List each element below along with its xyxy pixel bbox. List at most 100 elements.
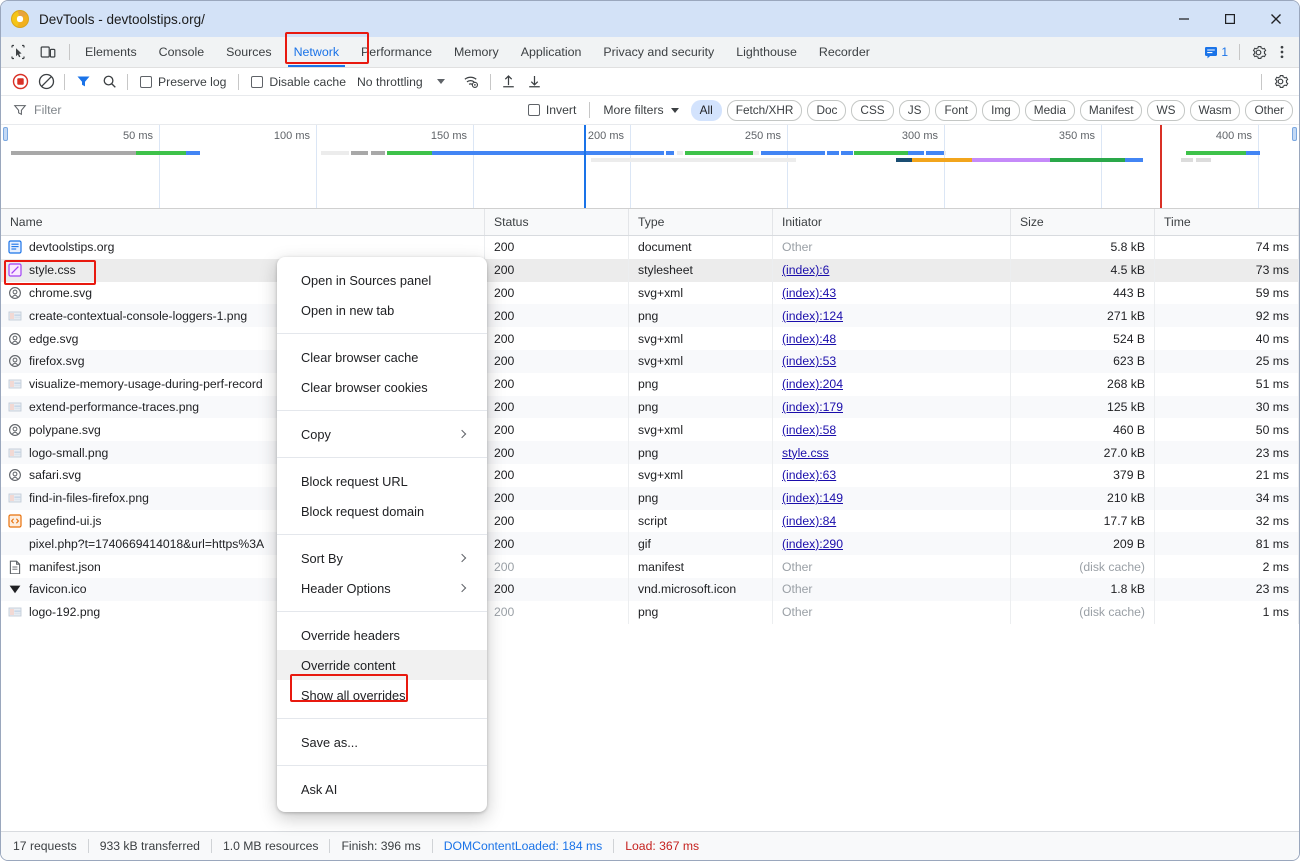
resource-type: manifest: [638, 559, 685, 574]
context-menu-item-copy[interactable]: Copy: [277, 419, 487, 449]
issues-counter[interactable]: 1: [1200, 45, 1232, 59]
type-filter-img[interactable]: Img: [982, 99, 1020, 121]
context-menu-item-clear-browser-cache[interactable]: Clear browser cache: [277, 342, 487, 372]
table-row[interactable]: pagefind-ui.js 200 script (index):84 17.7 kB…: [1, 509, 1299, 533]
tab-network[interactable]: Network: [283, 37, 350, 67]
device-toolbar-icon[interactable]: [37, 41, 59, 63]
context-menu-item-show-all-overrides[interactable]: Show all overrides: [277, 680, 487, 710]
context-menu-item-save-as[interactable]: Save as...: [277, 727, 487, 757]
type-filter-ws[interactable]: WS: [1147, 99, 1185, 121]
import-har-icon[interactable]: [496, 70, 522, 94]
initiator-link[interactable]: (index):124: [782, 309, 843, 323]
context-menu-item-clear-browser-cookies[interactable]: Clear browser cookies: [277, 372, 487, 402]
network-overview-timeline[interactable]: 50 ms 100 ms 150 ms 200 ms 250 ms 300 ms 350 m…: [1, 125, 1299, 209]
column-header-initiator[interactable]: Initiator: [773, 209, 1011, 235]
column-header-time[interactable]: Time: [1155, 209, 1299, 235]
table-row[interactable]: safari.svg 200 svg+xml (index):63 379 B 21 ms: [1, 463, 1299, 487]
initiator-link[interactable]: (index):58: [782, 423, 836, 437]
tab-privacy-and-security[interactable]: Privacy and security: [592, 37, 725, 67]
type-filter-other[interactable]: Other: [1245, 99, 1293, 121]
initiator-link[interactable]: style.css: [782, 446, 829, 460]
context-menu-item-block-request-url[interactable]: Block request URL: [277, 466, 487, 496]
type-filter-js[interactable]: JS: [898, 99, 931, 121]
type-filter-css[interactable]: CSS: [851, 99, 894, 121]
column-header-status[interactable]: Status: [485, 209, 629, 235]
context-menu-item-open-in-new-tab[interactable]: Open in new tab: [277, 295, 487, 325]
table-row[interactable]: find-in-files-firefox.png 200 png (index):1…: [1, 486, 1299, 510]
table-row[interactable]: create-contextual-console-loggers-1.png 2…: [1, 304, 1299, 328]
kebab-menu-icon[interactable]: [1271, 41, 1293, 63]
table-row[interactable]: extend-performance-traces.png 200 png (inde…: [1, 395, 1299, 419]
tab-elements[interactable]: Elements: [74, 37, 148, 67]
overview-window-handle-left[interactable]: [3, 127, 8, 141]
table-row[interactable]: logo-small.png 200 png style.css 27.0 kB 23 m…: [1, 441, 1299, 464]
initiator-link[interactable]: (index):63: [782, 468, 836, 482]
context-menu-item-header-options[interactable]: Header Options: [277, 573, 487, 603]
table-row[interactable]: devtoolstips.org 200 document Other 5.8 kB 74…: [1, 236, 1299, 259]
context-menu-item-override-content[interactable]: Override content: [277, 650, 487, 680]
column-header-size[interactable]: Size: [1011, 209, 1155, 235]
column-header-type[interactable]: Type: [629, 209, 773, 235]
table-row[interactable]: chrome.svg 200 svg+xml (index):43 443 B 59 ms: [1, 281, 1299, 305]
initiator-link[interactable]: (index):43: [782, 286, 836, 300]
record-stop-icon[interactable]: [7, 70, 33, 94]
column-header-name[interactable]: Name: [1, 209, 485, 235]
table-row[interactable]: manifest.json 200 manifest Other (disk cache…: [1, 555, 1299, 578]
initiator-link[interactable]: (index):53: [782, 354, 836, 368]
table-row[interactable]: polypane.svg 200 svg+xml (index):58 460 B 50 …: [1, 418, 1299, 442]
type-filter-all[interactable]: All: [690, 99, 722, 121]
more-filters-dropdown[interactable]: More filters: [595, 103, 686, 117]
type-filter-media[interactable]: Media: [1024, 99, 1075, 121]
funnel-filter-icon[interactable]: [70, 70, 96, 94]
initiator-link[interactable]: (index):204: [782, 377, 843, 391]
tab-sources[interactable]: Sources: [215, 37, 282, 67]
search-icon[interactable]: [96, 70, 122, 94]
inspect-element-icon[interactable]: [7, 41, 29, 63]
table-row[interactable]: style.css 200 stylesheet (index):6 4.5 kB 73 …: [1, 258, 1299, 282]
tab-memory[interactable]: Memory: [443, 37, 510, 67]
tab-recorder[interactable]: Recorder: [808, 37, 881, 67]
time-value: 2 ms: [1262, 559, 1289, 574]
table-row[interactable]: pixel.php?t=1740669414018&url=https%3A 20…: [1, 532, 1299, 556]
tab-lighthouse[interactable]: Lighthouse: [725, 37, 808, 67]
initiator-link[interactable]: (index):48: [782, 332, 836, 346]
tab-application[interactable]: Application: [510, 37, 593, 67]
type-filter-wasm[interactable]: Wasm: [1189, 99, 1241, 121]
initiator-link[interactable]: (index):290: [782, 537, 843, 551]
gear-icon[interactable]: [1247, 41, 1269, 63]
overview-window-handle-right[interactable]: [1292, 127, 1297, 141]
filter-input[interactable]: Filter: [7, 103, 520, 117]
tab-console[interactable]: Console: [148, 37, 215, 67]
invert-checkbox[interactable]: Invert: [520, 103, 584, 117]
close-button[interactable]: [1253, 1, 1299, 37]
type-filter-manifest[interactable]: Manifest: [1079, 99, 1143, 121]
initiator-link[interactable]: (index):84: [782, 514, 836, 528]
maximize-button[interactable]: [1207, 1, 1253, 37]
network-settings-gear-icon[interactable]: [1267, 70, 1293, 94]
throttling-select[interactable]: No throttling: [353, 75, 445, 89]
type-filter-fetch-xhr[interactable]: Fetch/XHR: [726, 99, 803, 121]
clear-network-log-icon[interactable]: [33, 70, 59, 94]
table-row[interactable]: logo-192.png 200 png Other (disk cache) 1 ms: [1, 600, 1299, 624]
type-filter-font[interactable]: Font: [935, 99, 978, 121]
context-menu-item-ask-ai[interactable]: Ask AI: [277, 774, 487, 804]
context-menu-item-open-in-sources-panel[interactable]: Open in Sources panel: [277, 265, 487, 295]
initiator-link[interactable]: (index):149: [782, 491, 843, 505]
disable-cache-checkbox[interactable]: Disable cache: [244, 75, 353, 89]
context-menu-item-block-request-domain[interactable]: Block request domain: [277, 496, 487, 526]
preserve-log-checkbox[interactable]: Preserve log: [133, 75, 233, 89]
table-row[interactable]: visualize-memory-usage-during-perf-recor…: [1, 372, 1299, 396]
context-menu-item-override-headers[interactable]: Override headers: [277, 620, 487, 650]
request-context-menu[interactable]: Open in Sources panel Open in new tab Clea…: [277, 257, 487, 812]
table-row[interactable]: favicon.ico 200 vnd.microsoft.icon Other 1.8…: [1, 577, 1299, 601]
minimize-button[interactable]: [1161, 1, 1207, 37]
context-menu-item-sort-by[interactable]: Sort By: [277, 543, 487, 573]
table-row[interactable]: firefox.svg 200 svg+xml (index):53 623 B 25 m…: [1, 349, 1299, 373]
type-filter-doc[interactable]: Doc: [807, 99, 847, 121]
tab-performance[interactable]: Performance: [350, 37, 443, 67]
initiator-link[interactable]: (index):6: [782, 263, 829, 277]
network-conditions-icon[interactable]: [459, 70, 485, 94]
export-har-icon[interactable]: [522, 70, 548, 94]
initiator-link[interactable]: (index):179: [782, 400, 843, 414]
table-row[interactable]: edge.svg 200 svg+xml (index):48 524 B 40 ms: [1, 327, 1299, 350]
